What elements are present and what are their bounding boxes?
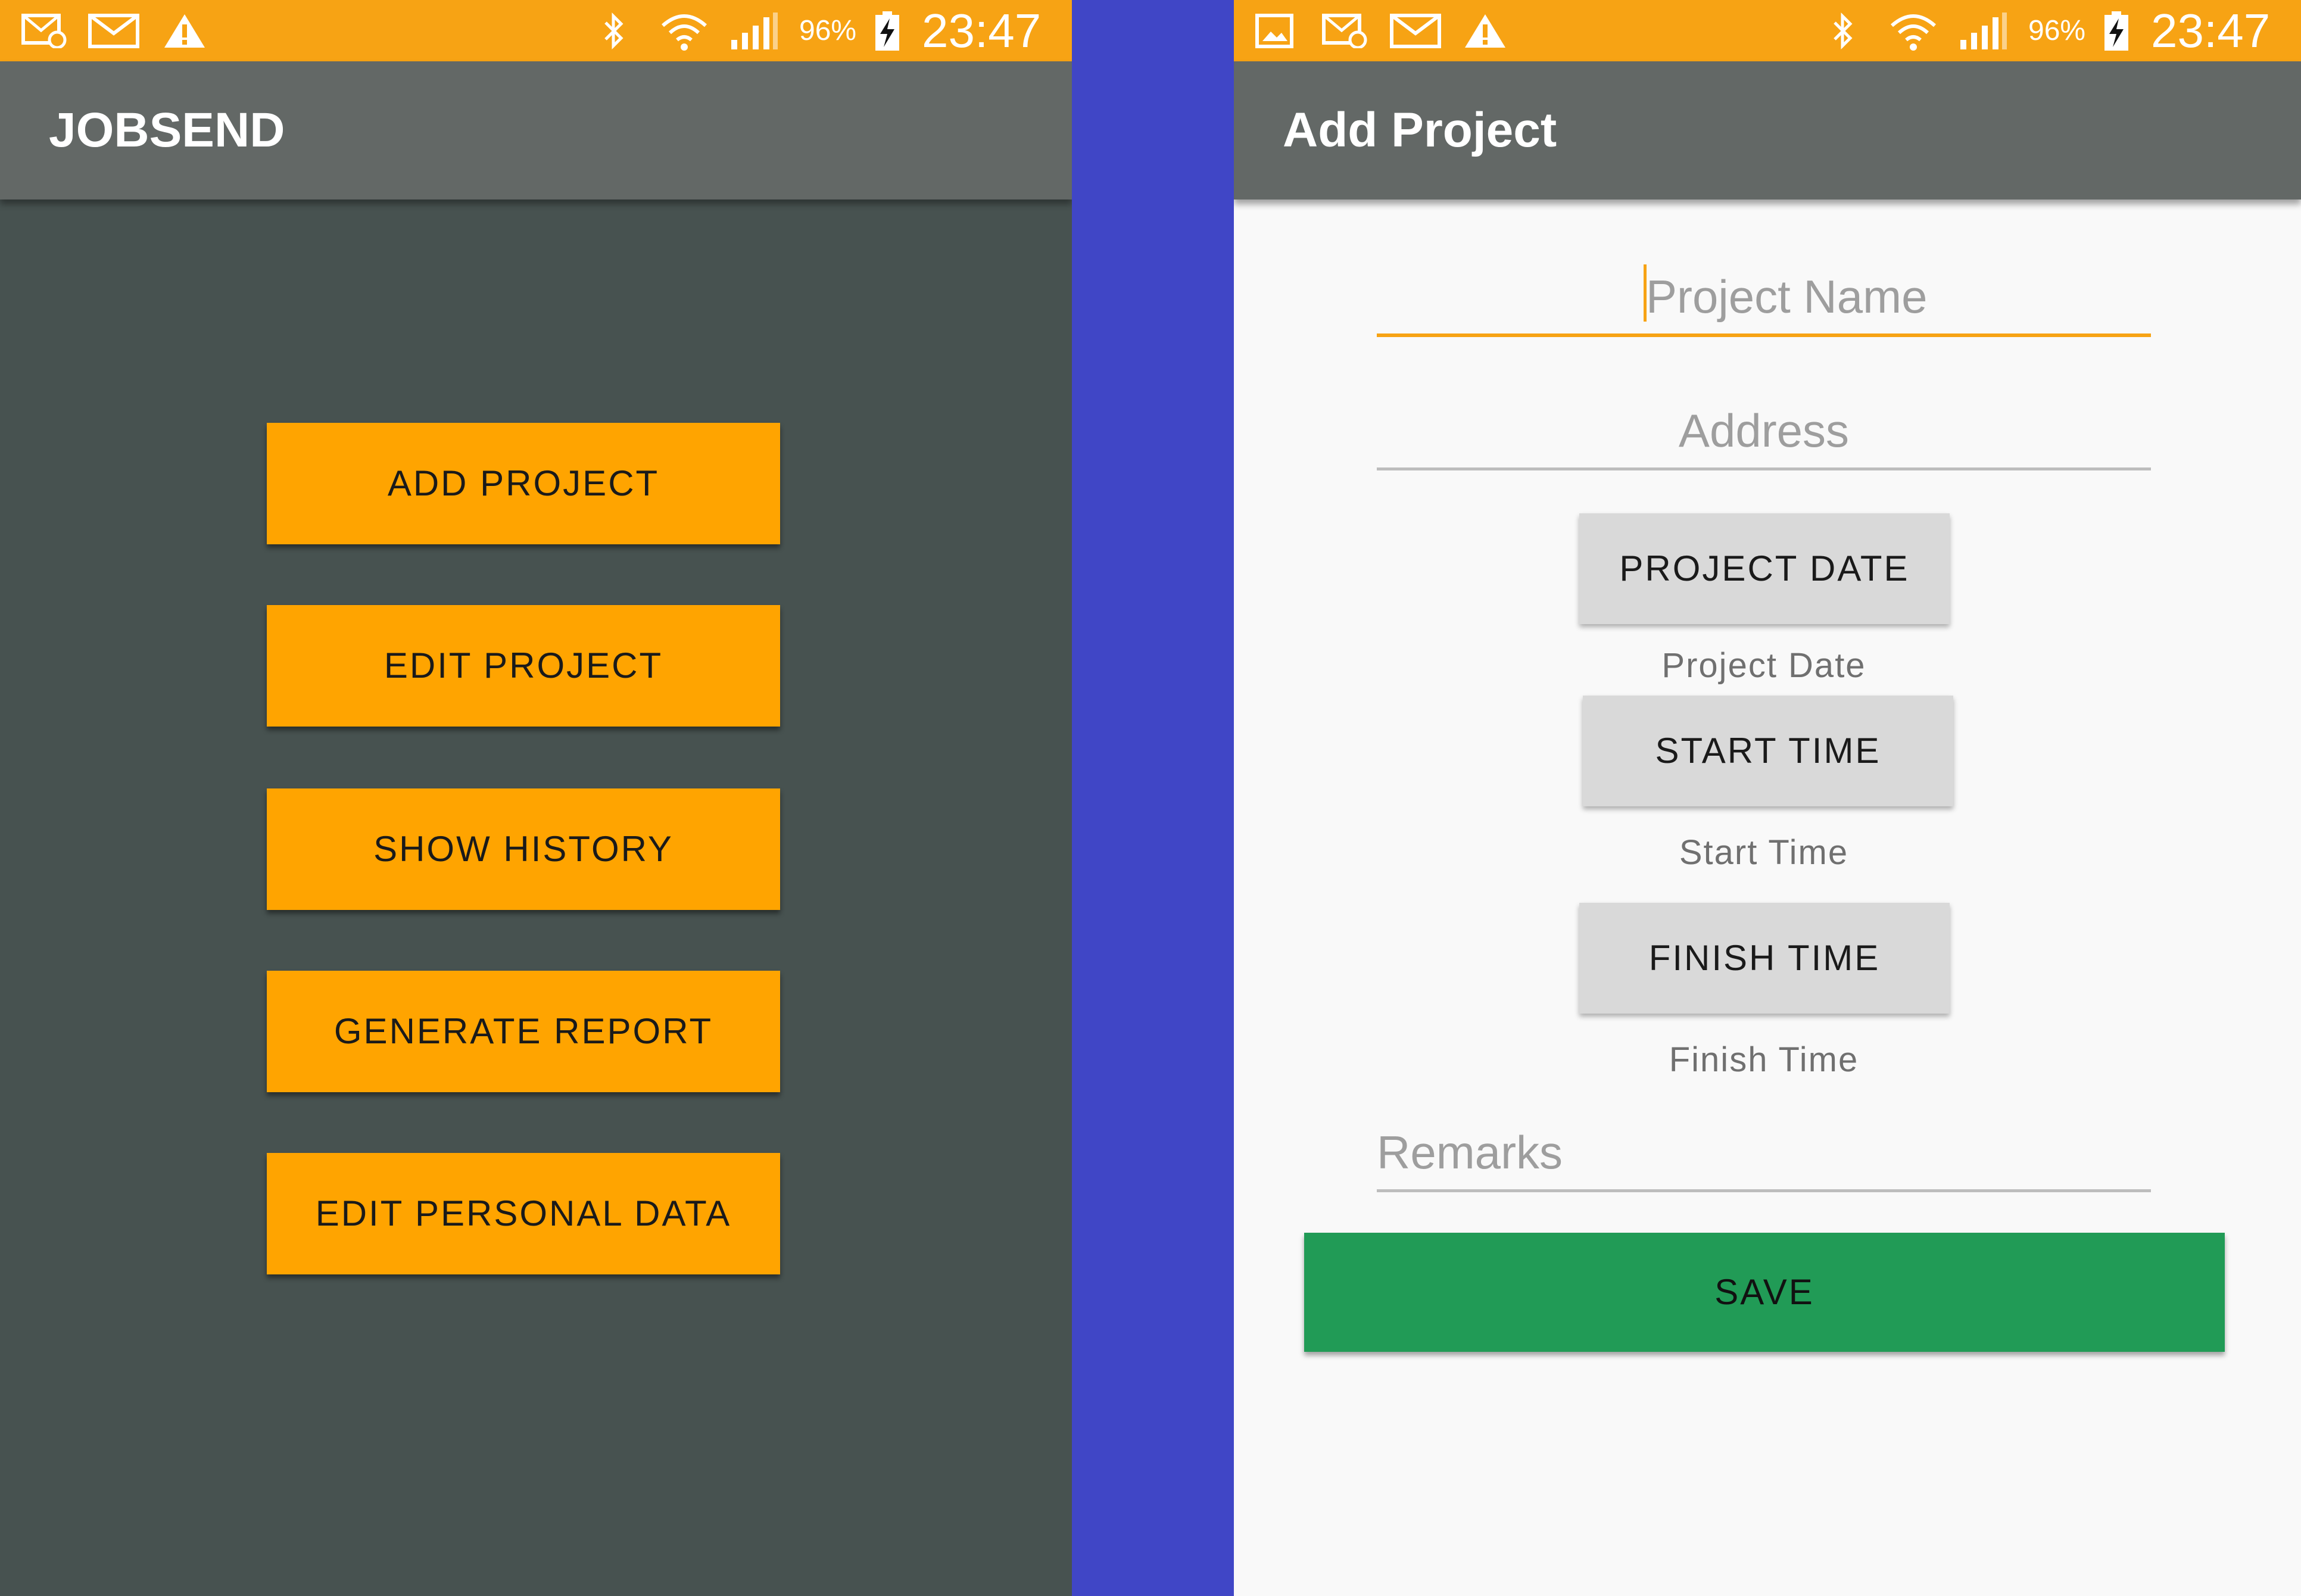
gallery-icon <box>1254 13 1295 49</box>
mail-icon <box>1389 13 1442 49</box>
app-bar: JOBSEND <box>0 61 1072 200</box>
start-time-value: Start Time <box>1679 833 1849 872</box>
project-name-placeholder: Project Name <box>1646 270 1928 323</box>
address-field[interactable]: Address <box>1377 393 2151 470</box>
remarks-placeholder: Remarks <box>1377 1126 1563 1179</box>
mail-icon <box>87 13 141 49</box>
battery-charging-icon <box>871 11 904 51</box>
add-project-button[interactable]: ADD PROJECT <box>267 423 780 544</box>
photo-mail-icon <box>20 13 69 49</box>
app-bar: Add Project <box>1234 61 2301 200</box>
project-date-value: Project Date <box>1661 646 1866 685</box>
finish-time-value: Finish Time <box>1669 1040 1859 1079</box>
bluetooth-icon <box>599 12 629 50</box>
status-clock: 23:47 <box>2151 4 2271 57</box>
battery-charging-icon <box>2100 11 2133 51</box>
project-date-button[interactable]: PROJECT DATE <box>1579 513 1950 624</box>
warning-icon <box>1463 13 1508 49</box>
address-placeholder: Address <box>1678 404 1850 457</box>
photo-mail-icon <box>1321 13 1370 49</box>
wifi-icon <box>1888 13 1939 51</box>
screen-title: Add Project <box>1283 103 1557 157</box>
wifi-icon <box>659 13 710 51</box>
edit-project-button[interactable]: EDIT PROJECT <box>267 605 780 727</box>
warning-icon <box>162 13 207 49</box>
status-clock: 23:47 <box>922 4 1042 57</box>
add-project-screen: 96% 23:47 Add Project Project Name Addre… <box>1234 0 2301 1596</box>
signal-icon <box>1957 13 2010 49</box>
project-name-field[interactable]: Project Name <box>1377 260 2151 337</box>
save-button[interactable]: SAVE <box>1304 1233 2225 1352</box>
finish-time-button[interactable]: FINISH TIME <box>1579 903 1950 1014</box>
bluetooth-icon <box>1828 12 1858 50</box>
status-bar: 96% 23:47 <box>1234 0 2301 61</box>
battery-percentage: 96% <box>2028 15 2086 46</box>
show-history-button[interactable]: SHOW HISTORY <box>267 788 780 910</box>
signal-icon <box>728 13 781 49</box>
edit-personal-data-button[interactable]: EDIT PERSONAL DATA <box>267 1153 780 1274</box>
generate-report-button[interactable]: GENERATE REPORT <box>267 971 780 1092</box>
main-menu-screen: 96% 23:47 JOBSEND ADD PROJECT EDIT PROJE… <box>0 0 1072 1596</box>
status-bar: 96% 23:47 <box>0 0 1072 61</box>
start-time-button[interactable]: START TIME <box>1583 696 1953 806</box>
battery-percentage: 96% <box>799 15 857 46</box>
remarks-field[interactable]: Remarks <box>1377 1115 2151 1192</box>
app-title: JOBSEND <box>49 103 285 157</box>
